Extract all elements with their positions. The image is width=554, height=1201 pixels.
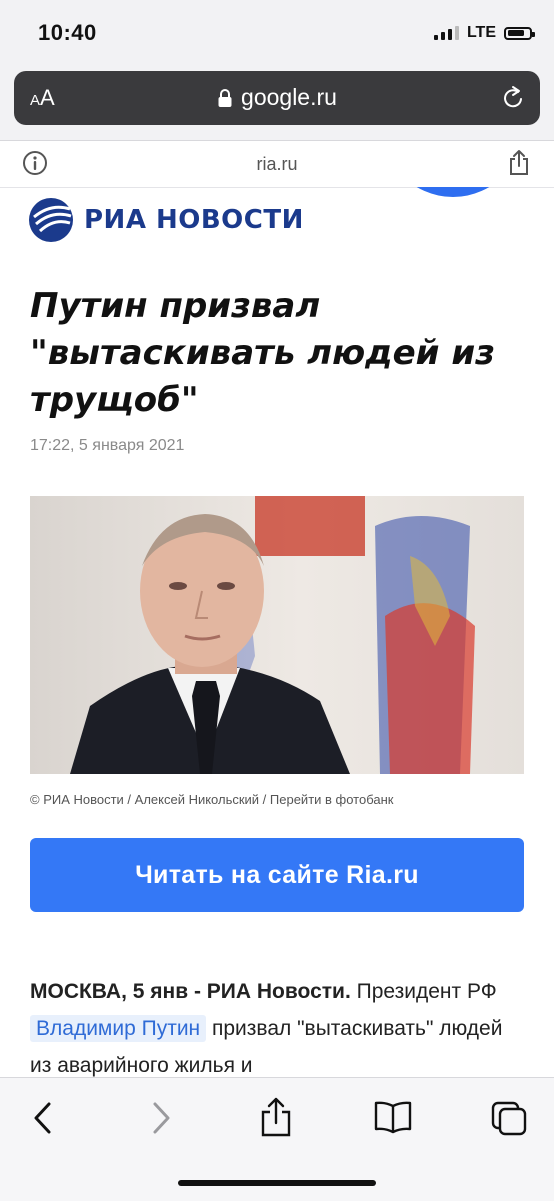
- article-page[interactable]: РИА НОВОСТИ Путин призвал "вытаскивать л…: [0, 187, 554, 1077]
- share-icon[interactable]: [508, 148, 530, 176]
- chevron-left-icon[interactable]: [30, 1100, 56, 1136]
- ria-logo-icon: [29, 198, 73, 242]
- tabs-icon[interactable]: [490, 1100, 528, 1136]
- publisher-logo[interactable]: РИА НОВОСТИ: [28, 197, 304, 243]
- reload-icon[interactable]: [500, 84, 526, 112]
- url-field[interactable]: google.ru: [14, 84, 540, 111]
- chevron-right-icon[interactable]: [148, 1100, 174, 1136]
- article-body: МОСКВА, 5 янв - РИА Новости. Президент Р…: [30, 973, 524, 1077]
- battery-icon: [504, 26, 535, 40]
- book-icon[interactable]: [373, 1100, 413, 1134]
- lock-icon: [218, 88, 232, 107]
- article-lead: МОСКВА, 5 янв - РИА Новости.: [30, 980, 351, 1003]
- signal-icon: [433, 26, 459, 40]
- publish-date: 17:22, 5 января 2021: [30, 437, 185, 454]
- url-text: google.ru: [241, 84, 337, 110]
- article-photo[interactable]: [30, 496, 524, 774]
- status-indicators: LTE: [433, 24, 535, 42]
- site-domain: ria.ru: [256, 154, 298, 174]
- home-indicator[interactable]: [178, 1180, 376, 1186]
- status-bar: 10:40 LTE: [0, 0, 554, 62]
- publisher-name: РИА НОВОСТИ: [84, 205, 304, 235]
- photo-caption[interactable]: © РИА Новости / Алексей Никольский / Пер…: [30, 792, 393, 807]
- share-icon[interactable]: [259, 1096, 293, 1138]
- browser-chrome: AA google.ru: [0, 62, 554, 140]
- status-time: 10:40: [38, 20, 97, 45]
- article-text-1: Президент РФ: [350, 980, 497, 1003]
- article-headline: Путин призвал "вытаскивать людей из трущ…: [30, 286, 495, 420]
- read-on-site-button[interactable]: Читать на сайте Ria.ru: [30, 838, 524, 912]
- network-type: LTE: [466, 24, 496, 41]
- address-bar[interactable]: AA google.ru: [14, 71, 540, 125]
- photo-illustration: [30, 496, 524, 774]
- person-link[interactable]: Владимир Путин: [30, 1015, 207, 1042]
- decorative-circle: [378, 187, 528, 197]
- site-bar: ria.ru: [0, 140, 554, 188]
